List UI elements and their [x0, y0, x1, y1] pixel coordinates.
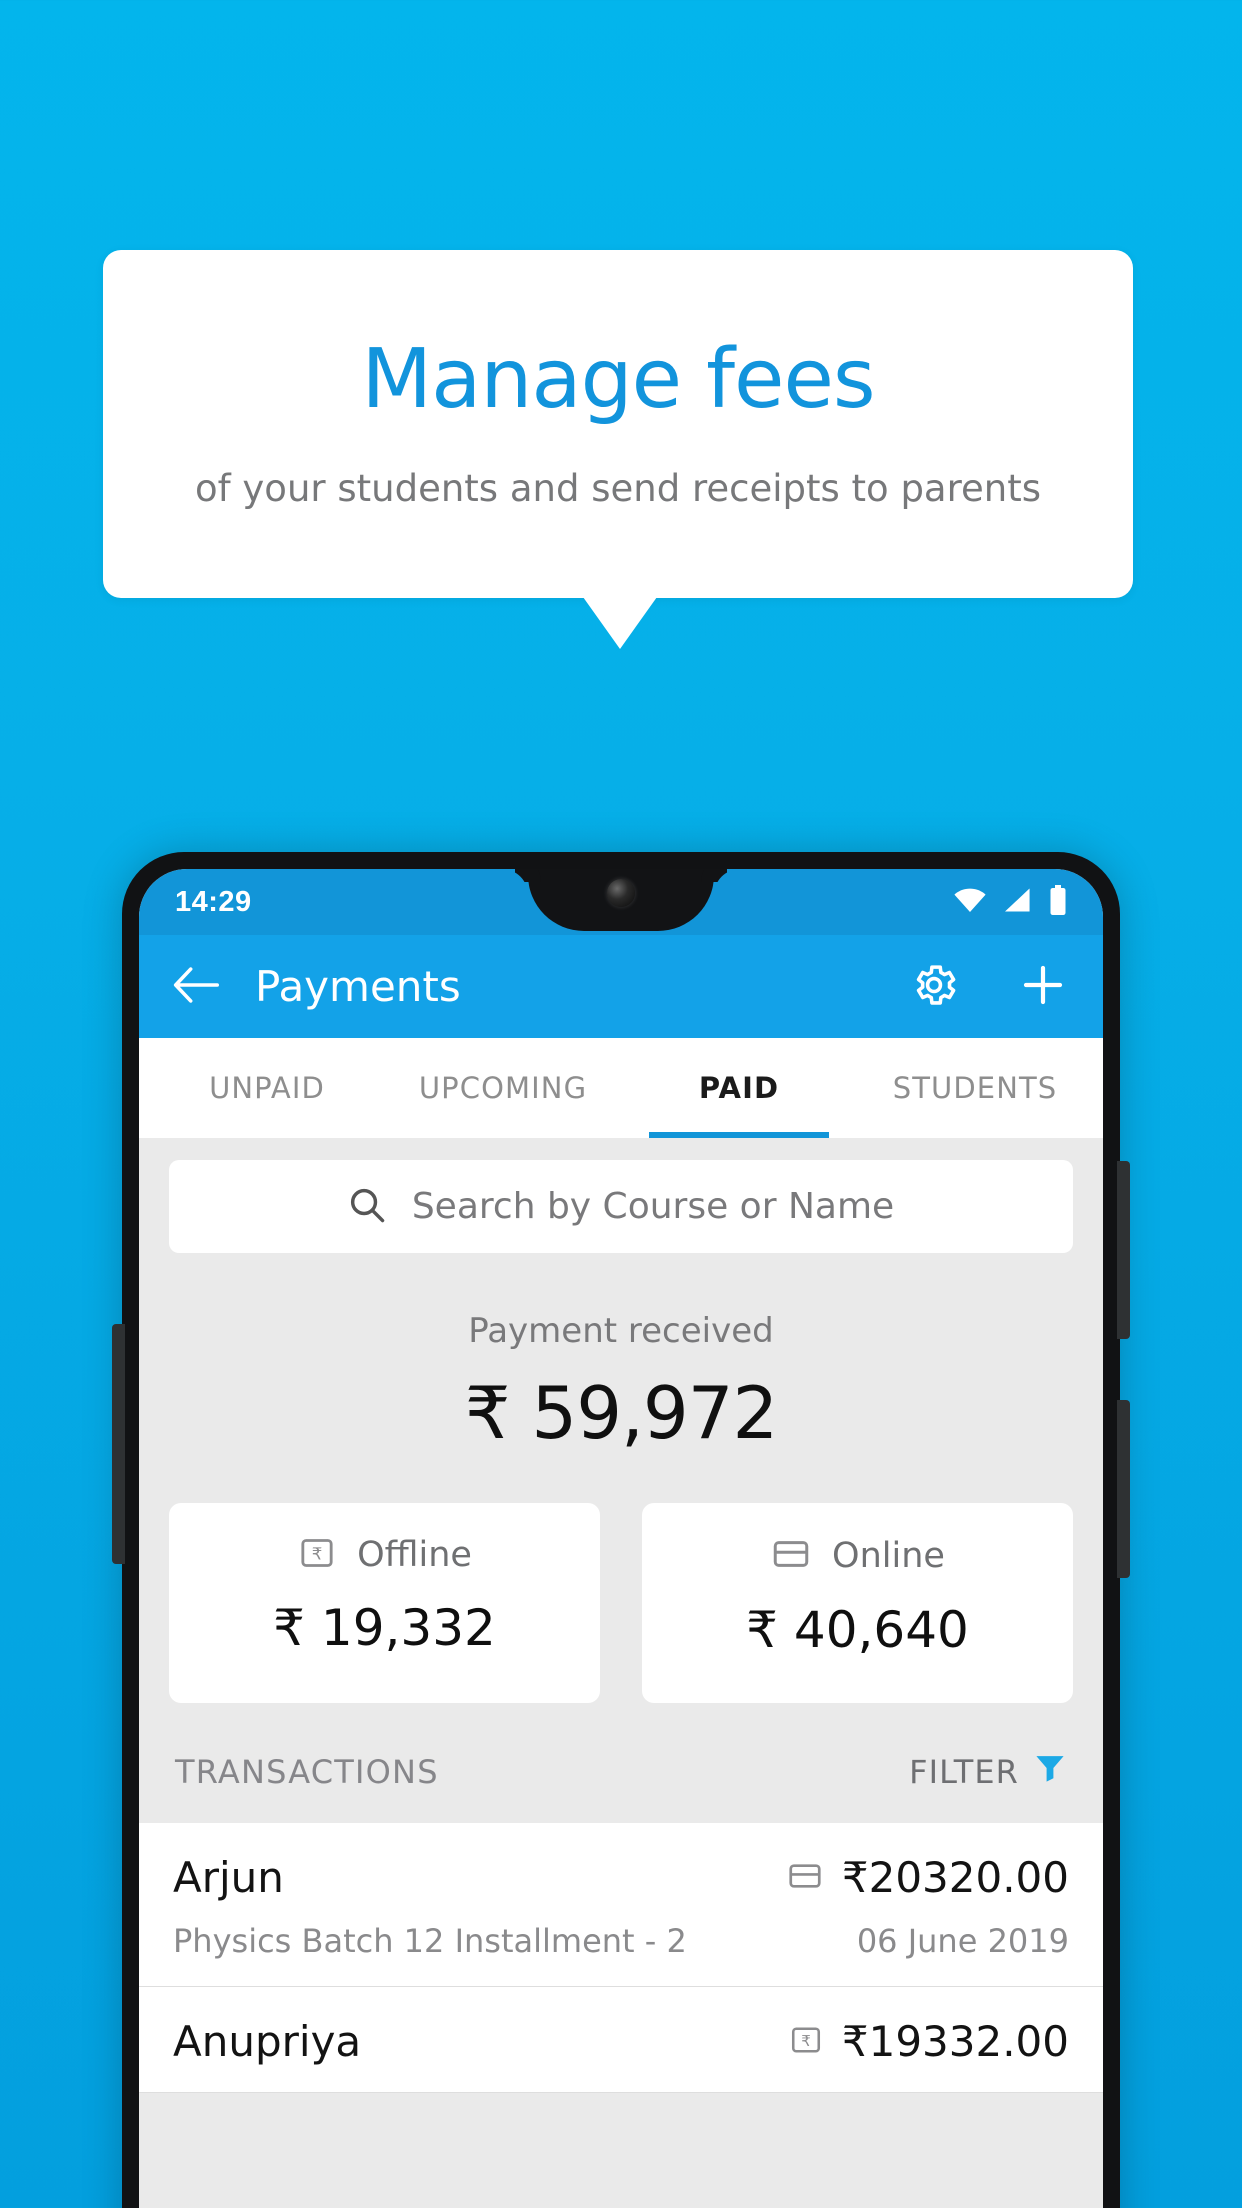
- transaction-name: Anupriya: [173, 2017, 362, 2066]
- promo-tooltip-pointer: [583, 597, 657, 649]
- transactions-title: TRANSACTIONS: [175, 1753, 439, 1791]
- content-area: Search by Course or Name Payment receive…: [139, 1138, 1103, 2093]
- credit-card-icon: [770, 1533, 812, 1579]
- transaction-name: Arjun: [173, 1853, 284, 1902]
- phone-notch: [528, 869, 714, 931]
- stat-card-offline-head: ₹ Offline: [297, 1533, 472, 1577]
- transaction-primary-line: Anupriya ₹ ₹19332.00: [173, 2017, 1069, 2066]
- stat-card-offline[interactable]: ₹ Offline ₹ 19,332: [169, 1503, 600, 1703]
- power-button[interactable]: [1117, 1161, 1130, 1339]
- search-input[interactable]: Search by Course or Name: [169, 1160, 1073, 1253]
- tab-upcoming[interactable]: UPCOMING: [385, 1038, 621, 1138]
- tab-unpaid[interactable]: UNPAID: [149, 1038, 385, 1138]
- arrow-left-icon[interactable]: [173, 966, 219, 1007]
- app-bar-actions: [909, 960, 1067, 1014]
- stat-card-online-label: Online: [832, 1536, 945, 1576]
- status-bar: 14:29: [139, 869, 1103, 935]
- payment-summary: Payment received ₹ 59,972: [139, 1253, 1103, 1463]
- filter-button[interactable]: FILTER: [909, 1751, 1067, 1793]
- page-title: Payments: [255, 962, 461, 1011]
- transactions-header: TRANSACTIONS FILTER: [139, 1703, 1103, 1823]
- phone-screen: 14:29 Payments UNPAID UPCOMING PAID STUD…: [139, 869, 1103, 2208]
- stat-card-offline-value: ₹ 19,332: [273, 1599, 496, 1657]
- credit-card-icon: [786, 1857, 824, 1899]
- receipt-rupee-icon: ₹: [788, 2022, 824, 2062]
- volume-button-left[interactable]: [112, 1324, 125, 1564]
- filter-label: FILTER: [909, 1753, 1019, 1791]
- status-bar-icons: [953, 885, 1067, 919]
- table-row[interactable]: Anupriya ₹ ₹19332.00: [139, 1987, 1103, 2093]
- promo-tooltip-card: Manage fees of your students and send re…: [103, 250, 1133, 598]
- transaction-course: Physics Batch 12 Installment - 2: [173, 1922, 687, 1960]
- gear-icon[interactable]: [909, 960, 959, 1014]
- signal-icon: [1003, 887, 1033, 917]
- summary-label: Payment received: [468, 1311, 774, 1351]
- tab-students[interactable]: STUDENTS: [857, 1038, 1093, 1138]
- receipt-rupee-icon: ₹: [297, 1533, 337, 1577]
- search-section: Search by Course or Name: [139, 1138, 1103, 1253]
- battery-icon: [1049, 885, 1067, 919]
- status-bar-time: 14:29: [175, 885, 252, 918]
- stat-cards: ₹ Offline ₹ 19,332 Online ₹ 40,640: [139, 1463, 1103, 1703]
- tab-paid[interactable]: PAID: [621, 1038, 857, 1138]
- svg-text:₹: ₹: [801, 2032, 811, 2050]
- stat-card-online[interactable]: Online ₹ 40,640: [642, 1503, 1073, 1703]
- volume-button-right[interactable]: [1117, 1400, 1130, 1578]
- table-row[interactable]: Arjun ₹20320.00 Physics Batch 12 Install…: [139, 1823, 1103, 1987]
- svg-text:₹: ₹: [312, 1545, 323, 1564]
- search-placeholder: Search by Course or Name: [411, 1186, 895, 1227]
- transaction-primary-line: Arjun ₹20320.00: [173, 1853, 1069, 1902]
- stat-card-online-head: Online: [770, 1533, 945, 1579]
- promo-title: Manage fees: [361, 331, 875, 427]
- phone-mockup: 14:29 Payments UNPAID UPCOMING PAID STUD…: [122, 852, 1120, 2208]
- transaction-amount: ₹19332.00: [841, 2017, 1069, 2066]
- app-bar: Payments: [139, 935, 1103, 1038]
- transaction-secondary-line: Physics Batch 12 Installment - 2 06 June…: [173, 1922, 1069, 1960]
- transaction-amount: ₹20320.00: [841, 1853, 1069, 1902]
- search-icon: [348, 1186, 386, 1228]
- funnel-icon: [1033, 1751, 1067, 1793]
- wifi-icon: [953, 887, 987, 917]
- transaction-date: 06 June 2019: [856, 1922, 1069, 1960]
- stat-card-online-value: ₹ 40,640: [746, 1601, 969, 1659]
- transaction-amount-wrap: ₹ ₹19332.00: [788, 2017, 1069, 2066]
- promo-subtitle: of your students and send receipts to pa…: [194, 466, 1041, 510]
- summary-amount: ₹ 59,972: [464, 1371, 779, 1455]
- plus-icon[interactable]: [1019, 961, 1067, 1013]
- transaction-amount-wrap: ₹20320.00: [786, 1853, 1069, 1902]
- tab-bar: UNPAID UPCOMING PAID STUDENTS: [139, 1038, 1103, 1138]
- stat-card-offline-label: Offline: [357, 1535, 472, 1575]
- transactions-list: Arjun ₹20320.00 Physics Batch 12 Install…: [139, 1823, 1103, 2093]
- front-camera-icon: [607, 879, 635, 907]
